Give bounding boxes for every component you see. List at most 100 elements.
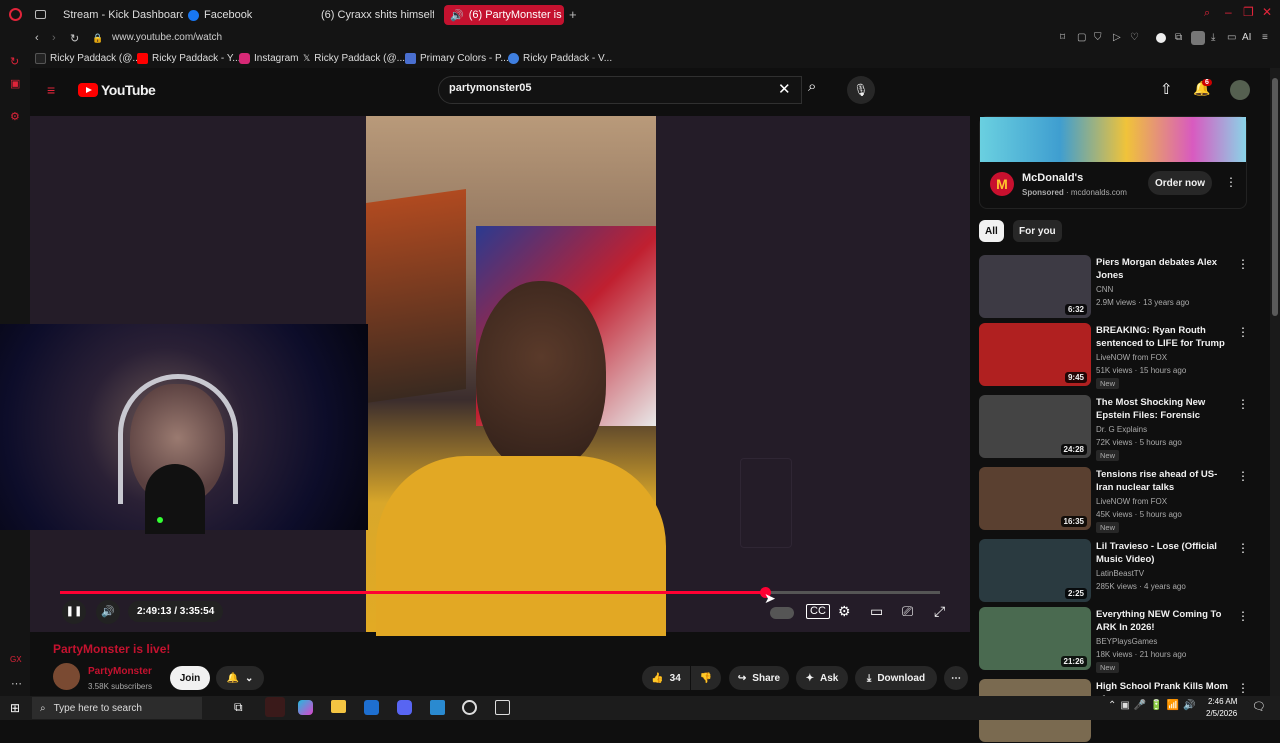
captions-icon[interactable]: CC (806, 604, 830, 619)
cast-icon[interactable]: ⎚ (902, 603, 913, 620)
recommendation-channel[interactable]: Dr. G Explains (1096, 425, 1147, 434)
ask-button[interactable]: ✦ Ask (796, 666, 848, 690)
taskbar-copilot-icon[interactable] (298, 700, 313, 715)
recommendation-more-icon[interactable]: ⋮ (1237, 257, 1249, 271)
tray-icons[interactable]: ⌃▣🎤🔋📶🔊 (1108, 700, 1200, 711)
recommendation-more-icon[interactable]: ⋮ (1237, 397, 1249, 411)
join-button[interactable]: Join (170, 666, 210, 690)
channel-avatar[interactable] (53, 663, 80, 690)
taskbar-app-icon[interactable] (430, 700, 445, 715)
recommendation-title[interactable]: Everything NEW Coming To ARK In 2026! (1096, 609, 1231, 634)
autoplay-toggle[interactable] (770, 607, 794, 619)
video-frame[interactable] (366, 116, 666, 636)
volume-icon[interactable]: 🔊 (96, 600, 120, 624)
bookmark-item[interactable]: Instagram (239, 53, 298, 64)
sidebar-bag-icon[interactable]: ▣ (10, 77, 20, 90)
recommendation-more-icon[interactable]: ⋮ (1237, 469, 1249, 483)
task-view-icon[interactable]: ⧉ (234, 700, 243, 715)
recommendation-item[interactable]: 24:28 The Most Shocking New Epstein Files… (979, 395, 1259, 461)
close-window-icon[interactable]: ✕ (1262, 5, 1272, 19)
profile-avatar-icon[interactable] (1191, 31, 1205, 45)
recommendation-thumbnail[interactable]: 21:26 (979, 607, 1091, 670)
upload-icon[interactable]: ⇧ (1160, 80, 1173, 98)
heart-icon[interactable]: ♡ (1130, 32, 1139, 43)
tab-cyraxx[interactable]: (6) Cyraxx shits himself on (316, 5, 434, 25)
maximize-icon[interactable]: ❐ (1243, 5, 1254, 19)
voice-search-icon[interactable]: 🎙 (847, 76, 875, 104)
start-icon[interactable]: ⊞ (10, 701, 20, 715)
taskbar-obs-icon[interactable] (495, 700, 510, 715)
taskbar-mail-icon[interactable] (364, 700, 379, 715)
notification-center-icon[interactable]: 🗨 (1252, 700, 1266, 713)
more-actions-button[interactable]: ⋯ (944, 666, 968, 690)
download-button[interactable]: ⤓ Download (855, 666, 937, 690)
recommendation-channel[interactable]: LatinBeastTV (1096, 569, 1144, 578)
recommendation-more-icon[interactable]: ⋮ (1237, 609, 1249, 623)
scrollbar-thumb[interactable] (1272, 78, 1278, 316)
search-tabs-icon[interactable]: ⌕ (1204, 7, 1210, 20)
recommendation-item[interactable]: 16:35 Tensions rise ahead of US-Iran nucl… (979, 467, 1259, 533)
snapshot-icon[interactable]: ▢ (1077, 32, 1086, 43)
sidebar-gx-icon[interactable]: GX (10, 655, 22, 664)
recommendation-channel[interactable]: BEYPlaysGames (1096, 637, 1157, 646)
dislike-button[interactable]: 👎 (691, 666, 721, 690)
pause-icon[interactable]: ❚❚ (62, 600, 86, 624)
taskbar-discord-icon[interactable] (397, 700, 412, 715)
subscribe-bell-button[interactable]: 🔔 ⌄ (216, 666, 264, 690)
bookmark-item[interactable]: 𝕏 Ricky Paddack (@... (303, 53, 405, 64)
minimize-icon[interactable]: – (1225, 5, 1232, 19)
account-avatar[interactable] (1230, 80, 1250, 100)
tab-facebook[interactable]: Facebook (188, 5, 308, 25)
clock-time[interactable]: 2:46 AM (1208, 697, 1237, 706)
share-button[interactable]: ↪ Share (729, 666, 789, 690)
hamburger-menu-icon[interactable]: ≡ (47, 82, 55, 98)
recommendation-more-icon[interactable]: ⋮ (1237, 325, 1249, 339)
url-field[interactable]: www.youtube.com/watch (112, 32, 222, 43)
recommendation-more-icon[interactable]: ⋮ (1237, 681, 1249, 695)
recommendation-channel[interactable]: LiveNOW from FOX (1096, 353, 1167, 362)
sidebar-settings-icon[interactable]: ⚙ (10, 110, 20, 123)
back-icon[interactable]: ‹ (35, 32, 39, 44)
recommendation-item[interactable]: 9:45 BREAKING: Ryan Routh sentenced to LI… (979, 323, 1259, 389)
taskbar-opera-icon[interactable] (265, 697, 285, 717)
recommendation-thumbnail[interactable]: 16:35 (979, 467, 1091, 530)
filter-chip-all[interactable]: All (979, 220, 1004, 242)
sidebar-more-icon[interactable]: ⋯ (11, 677, 22, 690)
clear-search-icon[interactable]: ✕ (778, 80, 791, 98)
battery-icon[interactable]: ▭ (1227, 32, 1236, 43)
recommendation-title[interactable]: Tensions rise ahead of US-Iran nuclear t… (1096, 469, 1231, 494)
recommendation-title[interactable]: Lil Travieso - Lose (Official Music Vide… (1096, 541, 1231, 566)
recommendation-item[interactable]: 21:26 Everything NEW Coming To ARK In 202… (979, 607, 1259, 673)
recommendation-channel[interactable]: LiveNOW from FOX (1096, 497, 1167, 506)
taskbar-search-input[interactable]: ⌕ Type here to search (32, 697, 202, 719)
clock-date[interactable]: 2/5/2026 (1206, 709, 1237, 718)
bookmark-page-icon[interactable]: ⌑ (1060, 32, 1065, 43)
taskbar-opera-gx-icon[interactable] (462, 700, 477, 715)
search-icon[interactable]: ⌕ (808, 78, 816, 95)
theater-mode-icon[interactable]: ▭ (870, 603, 883, 620)
tab-overview-icon[interactable] (35, 10, 46, 19)
recommendation-thumbnail[interactable]: 9:45 (979, 323, 1091, 386)
ad-more-icon[interactable]: ⋮ (1225, 175, 1237, 189)
reload-icon[interactable]: ↻ (70, 32, 79, 45)
tab-partymonster[interactable]: 🔊 (6) PartyMonster is live! (444, 5, 564, 25)
recommendation-thumbnail[interactable]: 2:25 (979, 539, 1091, 602)
filter-chip-for-you[interactable]: For you (1013, 220, 1062, 242)
ad-banner-image[interactable] (980, 117, 1246, 162)
shield-icon[interactable]: ⛉ (1094, 32, 1102, 43)
recommendation-thumbnail[interactable]: 6:32 (979, 255, 1091, 318)
vpn-icon[interactable] (1156, 33, 1166, 43)
opera-logo-icon[interactable] (9, 8, 22, 21)
bookmark-item[interactable]: Primary Colors - P... (405, 53, 509, 64)
download-icon[interactable]: ⤓ (1211, 32, 1215, 43)
bookmark-item[interactable]: Ricky Paddack - V... (508, 53, 612, 64)
fullscreen-icon[interactable]: ⤢ (934, 603, 945, 620)
order-now-button[interactable]: Order now (1148, 171, 1212, 195)
menu-icon[interactable]: ≡ (1262, 32, 1268, 43)
recommendation-title[interactable]: Piers Morgan debates Alex Jones (1096, 257, 1231, 282)
taskbar-explorer-icon[interactable] (331, 700, 346, 713)
forward-icon[interactable]: › (52, 32, 56, 44)
bookmark-item[interactable]: Ricky Paddack - Y... (137, 53, 241, 64)
recommendation-title[interactable]: BREAKING: Ryan Routh sentenced to LIFE f… (1096, 325, 1231, 351)
recommendation-title[interactable]: The Most Shocking New Epstein Files: For… (1096, 397, 1231, 423)
